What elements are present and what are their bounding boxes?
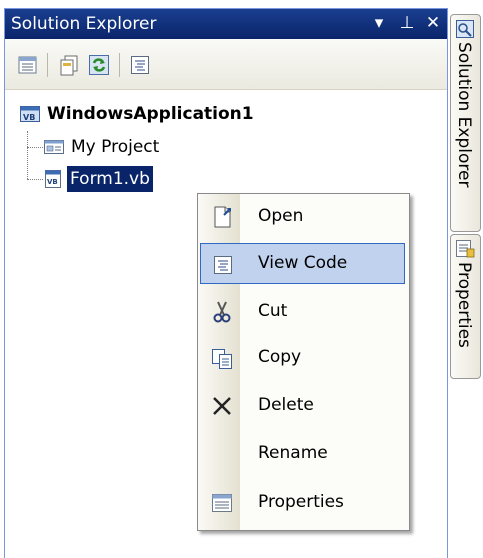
menu-item-label: Properties <box>258 492 344 512</box>
window-position-dropdown-icon[interactable]: ▾ <box>369 12 389 34</box>
properties-icon <box>210 491 234 515</box>
side-tab-properties-label: Properties <box>454 262 474 348</box>
properties-icon[interactable] <box>17 54 39 76</box>
menu-item-rename[interactable]: Rename <box>200 433 405 474</box>
form1-label: Form1.vb <box>66 165 154 193</box>
show-all-files-icon[interactable] <box>58 54 80 76</box>
tree-node-my-project[interactable]: My Project <box>43 134 243 160</box>
menu-item-label: Open <box>258 206 304 226</box>
tree-node-form1[interactable]: VB Form1.vb <box>43 165 243 193</box>
menu-item-copy[interactable]: Copy <box>200 337 405 378</box>
menu-item-cut[interactable]: Cut <box>200 291 405 332</box>
vb-form-icon: VB <box>43 169 65 189</box>
properties-icon <box>455 239 475 259</box>
menu-item-open[interactable]: Open <box>200 196 405 237</box>
auto-hide-pin-icon[interactable]: ⊥ <box>397 12 417 34</box>
view-code-icon[interactable] <box>129 54 151 76</box>
tree-connector <box>27 131 28 179</box>
menu-item-label: Rename <box>258 443 328 463</box>
copy-icon <box>210 346 234 370</box>
panel-title-bar[interactable]: Solution Explorer ▾ ⊥ ✕ <box>5 9 447 39</box>
context-menu: Open View Code Cut Copy Delete Rename Pr… <box>197 193 410 531</box>
open-icon <box>210 205 234 229</box>
my-project-icon <box>43 137 65 157</box>
refresh-icon[interactable] <box>88 54 110 76</box>
my-project-label: My Project <box>71 137 160 157</box>
menu-item-view-code[interactable]: View Code <box>200 243 405 284</box>
menu-item-properties[interactable]: Properties <box>200 482 405 523</box>
tree-connector <box>27 179 43 180</box>
project-label: WindowsApplication1 <box>47 104 254 124</box>
view-code-icon <box>211 253 235 277</box>
vb-project-icon: VB <box>19 104 41 124</box>
menu-item-label: Copy <box>258 347 302 367</box>
tree-connector <box>27 147 43 148</box>
menu-item-label: Delete <box>258 395 314 415</box>
side-tab-solution-explorer[interactable]: Solution Explorer <box>450 14 481 232</box>
side-tab-solution-explorer-label: Solution Explorer <box>454 42 474 188</box>
solution-explorer-icon <box>455 19 475 39</box>
menu-item-delete[interactable]: Delete <box>200 385 405 426</box>
tree-node-project[interactable]: VB WindowsApplication1 <box>19 101 349 127</box>
delete-icon <box>210 394 234 418</box>
svg-text:VB: VB <box>47 178 58 186</box>
menu-item-label: View Code <box>258 253 348 273</box>
menu-item-label: Cut <box>258 301 288 321</box>
side-tab-properties[interactable]: Properties <box>450 234 481 379</box>
scissors-icon <box>210 300 234 324</box>
solution-explorer-toolbar <box>5 39 447 90</box>
toolbar-separator <box>119 53 120 77</box>
svg-text:VB: VB <box>23 113 35 122</box>
panel-title: Solution Explorer <box>11 14 157 34</box>
toolbar-separator <box>47 53 48 77</box>
close-icon[interactable]: ✕ <box>423 12 443 34</box>
